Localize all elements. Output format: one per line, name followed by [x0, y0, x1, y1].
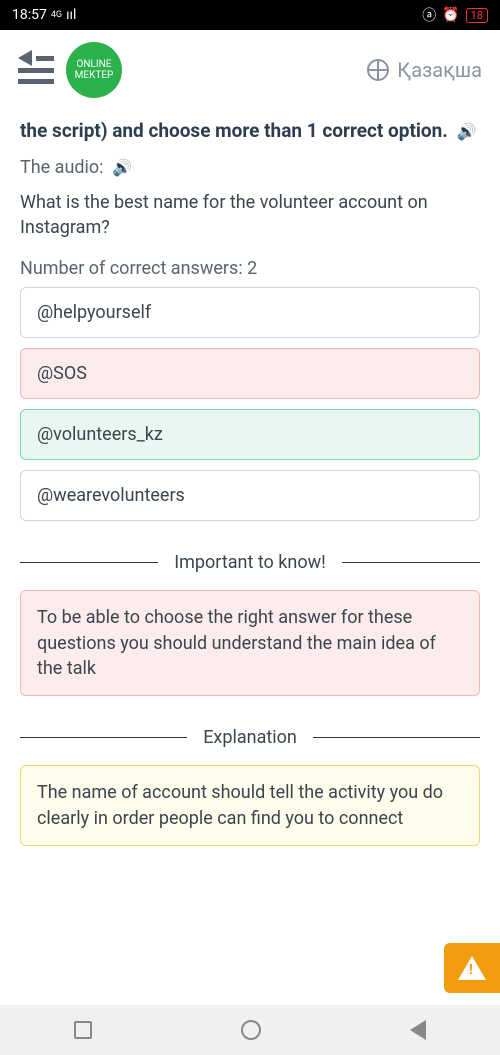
battery-indicator: 18: [466, 8, 488, 23]
option-3[interactable]: @volunteers_kz: [20, 409, 480, 460]
divider-line: [20, 562, 158, 563]
option-1[interactable]: @helpyourself: [20, 287, 480, 338]
home-button[interactable]: [241, 1020, 261, 1040]
app-header: ONLINE MEKTEP Қазақша: [0, 30, 500, 110]
warning-icon: [458, 956, 486, 980]
explanation-divider: Explanation: [20, 726, 480, 749]
logo[interactable]: ONLINE MEKTEP: [66, 42, 122, 98]
recent-apps-button[interactable]: [74, 1021, 92, 1039]
speaker-icon[interactable]: 🔊: [457, 121, 477, 143]
alarm-icon: ⏰: [442, 7, 459, 23]
answer-count: Number of correct answers: 2: [20, 258, 480, 279]
important-title: Important to know!: [174, 551, 326, 574]
logo-text-1: ONLINE: [77, 59, 112, 70]
header-left: ONLINE MEKTEP: [18, 42, 122, 98]
alert-button[interactable]: [444, 943, 500, 993]
explanation-title: Explanation: [203, 726, 297, 749]
language-selector[interactable]: Қазақша: [367, 58, 482, 82]
globe-icon: [367, 59, 389, 81]
language-label: Қазақша: [397, 58, 482, 82]
important-divider: Important to know!: [20, 551, 480, 574]
speaker-icon[interactable]: 🔊: [112, 158, 132, 177]
status-right: ⓐ ⏰ 18: [422, 5, 488, 25]
dnd-icon: ⓐ: [422, 5, 436, 25]
menu-icon[interactable]: [18, 56, 54, 84]
divider-line: [313, 737, 480, 738]
back-button[interactable]: [410, 1020, 426, 1040]
option-2[interactable]: @SOS: [20, 348, 480, 399]
divider-line: [342, 562, 480, 563]
explanation-box: The name of account should tell the acti…: [20, 765, 480, 845]
option-4[interactable]: @wearevolunteers: [20, 470, 480, 521]
system-nav-bar: [0, 1005, 500, 1055]
network-type: 4G: [51, 10, 62, 20]
important-box: To be able to choose the right answer fo…: [20, 590, 480, 696]
time: 18:57: [12, 7, 47, 23]
logo-text-2: MEKTEP: [75, 70, 114, 81]
question-title: the script) and choose more than 1 corre…: [20, 118, 480, 145]
status-bar: 18:57 4G ııl ⓐ ⏰ 18: [0, 0, 500, 30]
signal-icon: ııl: [66, 7, 76, 23]
main-content: the script) and choose more than 1 corre…: [0, 110, 500, 870]
status-left: 18:57 4G ııl: [12, 7, 76, 23]
audio-label: The audio: 🔊: [20, 157, 480, 178]
divider-line: [20, 737, 187, 738]
question-text: What is the best name for the volunteer …: [20, 190, 480, 240]
